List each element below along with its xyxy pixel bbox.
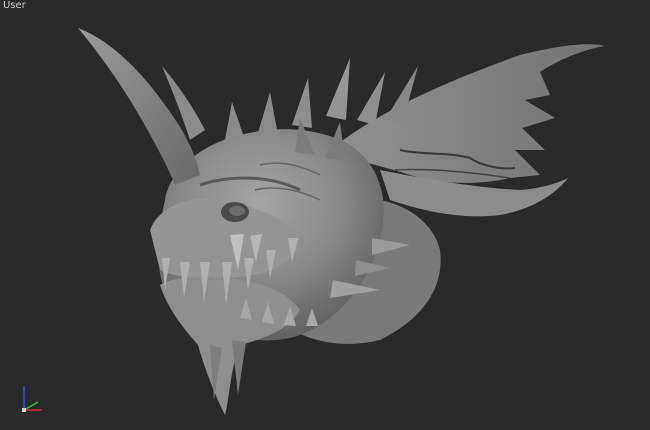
head-spike (326, 58, 350, 120)
axis-y-line (23, 401, 39, 411)
chin-spike (232, 340, 246, 395)
head-spike (258, 92, 278, 135)
dragon-head-model[interactable] (0, 0, 650, 430)
viewport-user[interactable]: User (0, 0, 650, 430)
axis-origin (22, 408, 26, 412)
head-spike (225, 102, 245, 140)
head-spike (292, 78, 312, 128)
axis-gizmo (22, 386, 42, 412)
lower-jaw (160, 276, 300, 415)
